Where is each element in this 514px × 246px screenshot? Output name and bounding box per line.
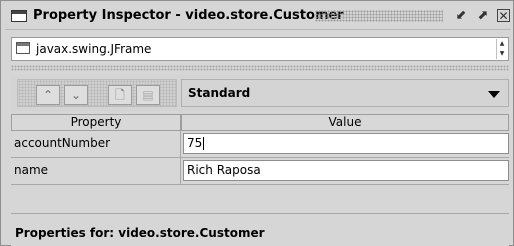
spinner-up-icon[interactable]: ▲ [497, 39, 507, 49]
spinner-down-icon[interactable]: ▼ [497, 49, 507, 59]
table-row[interactable]: accountNumber 75 [11, 131, 509, 158]
move-up-button[interactable]: ⌃ [36, 85, 60, 105]
class-selector[interactable]: javax.swing.JFrame ▲ ▼ [11, 37, 509, 61]
property-value-cell: 75 [181, 131, 509, 158]
splitter-grip[interactable] [11, 65, 509, 71]
property-name-name[interactable]: name [11, 158, 181, 185]
layout-button[interactable]: ▤ [136, 85, 160, 105]
toolbar-button-group: ⌃ ⌄ 🗋 ▤ [17, 79, 177, 107]
property-inspector-window: Property Inspector - video.store.Custome… [0, 0, 514, 246]
view-mode-value: Standard [188, 86, 251, 100]
table-row[interactable]: name Rich Raposa [11, 158, 509, 185]
table-header: Property Value [11, 114, 509, 131]
account-number-value: 75 [187, 136, 203, 150]
name-input[interactable]: Rich Raposa [183, 160, 509, 181]
move-down-button[interactable]: ⌄ [64, 85, 88, 105]
status-text: Properties for: video.store.Customer [15, 226, 265, 240]
window-title: Property Inspector - video.store.Custome… [33, 8, 344, 23]
property-name-accountnumber[interactable]: accountNumber [11, 131, 181, 158]
column-header-property[interactable]: Property [11, 114, 181, 131]
table-empty-area [11, 189, 509, 213]
new-document-button[interactable]: 🗋 [108, 85, 132, 105]
status-bar: Properties for: video.store.Customer [11, 213, 509, 246]
title-grip[interactable] [315, 10, 443, 22]
toolbar: ⌃ ⌄ 🗋 ▤ Standard [11, 75, 509, 111]
chevron-up-icon: ⌃ [42, 88, 54, 102]
title-bar[interactable]: Property Inspector - video.store.Custome… [5, 4, 511, 30]
maximize-icon[interactable]: ⬈ [475, 9, 491, 23]
undock-icon[interactable]: ⬋ [453, 9, 469, 23]
close-icon[interactable]: ✕ [497, 9, 510, 22]
layout-icon: ▤ [142, 88, 154, 102]
account-number-input[interactable]: 75 [183, 133, 509, 154]
view-mode-select[interactable]: Standard [181, 79, 509, 107]
class-selector-value: javax.swing.JFrame [36, 42, 152, 56]
text-cursor [203, 137, 205, 150]
dropdown-arrow-icon[interactable] [488, 91, 500, 98]
chevron-down-icon: ⌄ [70, 88, 82, 102]
window-icon [11, 10, 27, 22]
document-icon: 🗋 [115, 88, 125, 102]
class-selector-spinner[interactable]: ▲ ▼ [496, 39, 507, 59]
property-value-cell: Rich Raposa [181, 158, 509, 185]
column-header-value[interactable]: Value [181, 114, 509, 131]
jframe-icon [16, 42, 30, 54]
